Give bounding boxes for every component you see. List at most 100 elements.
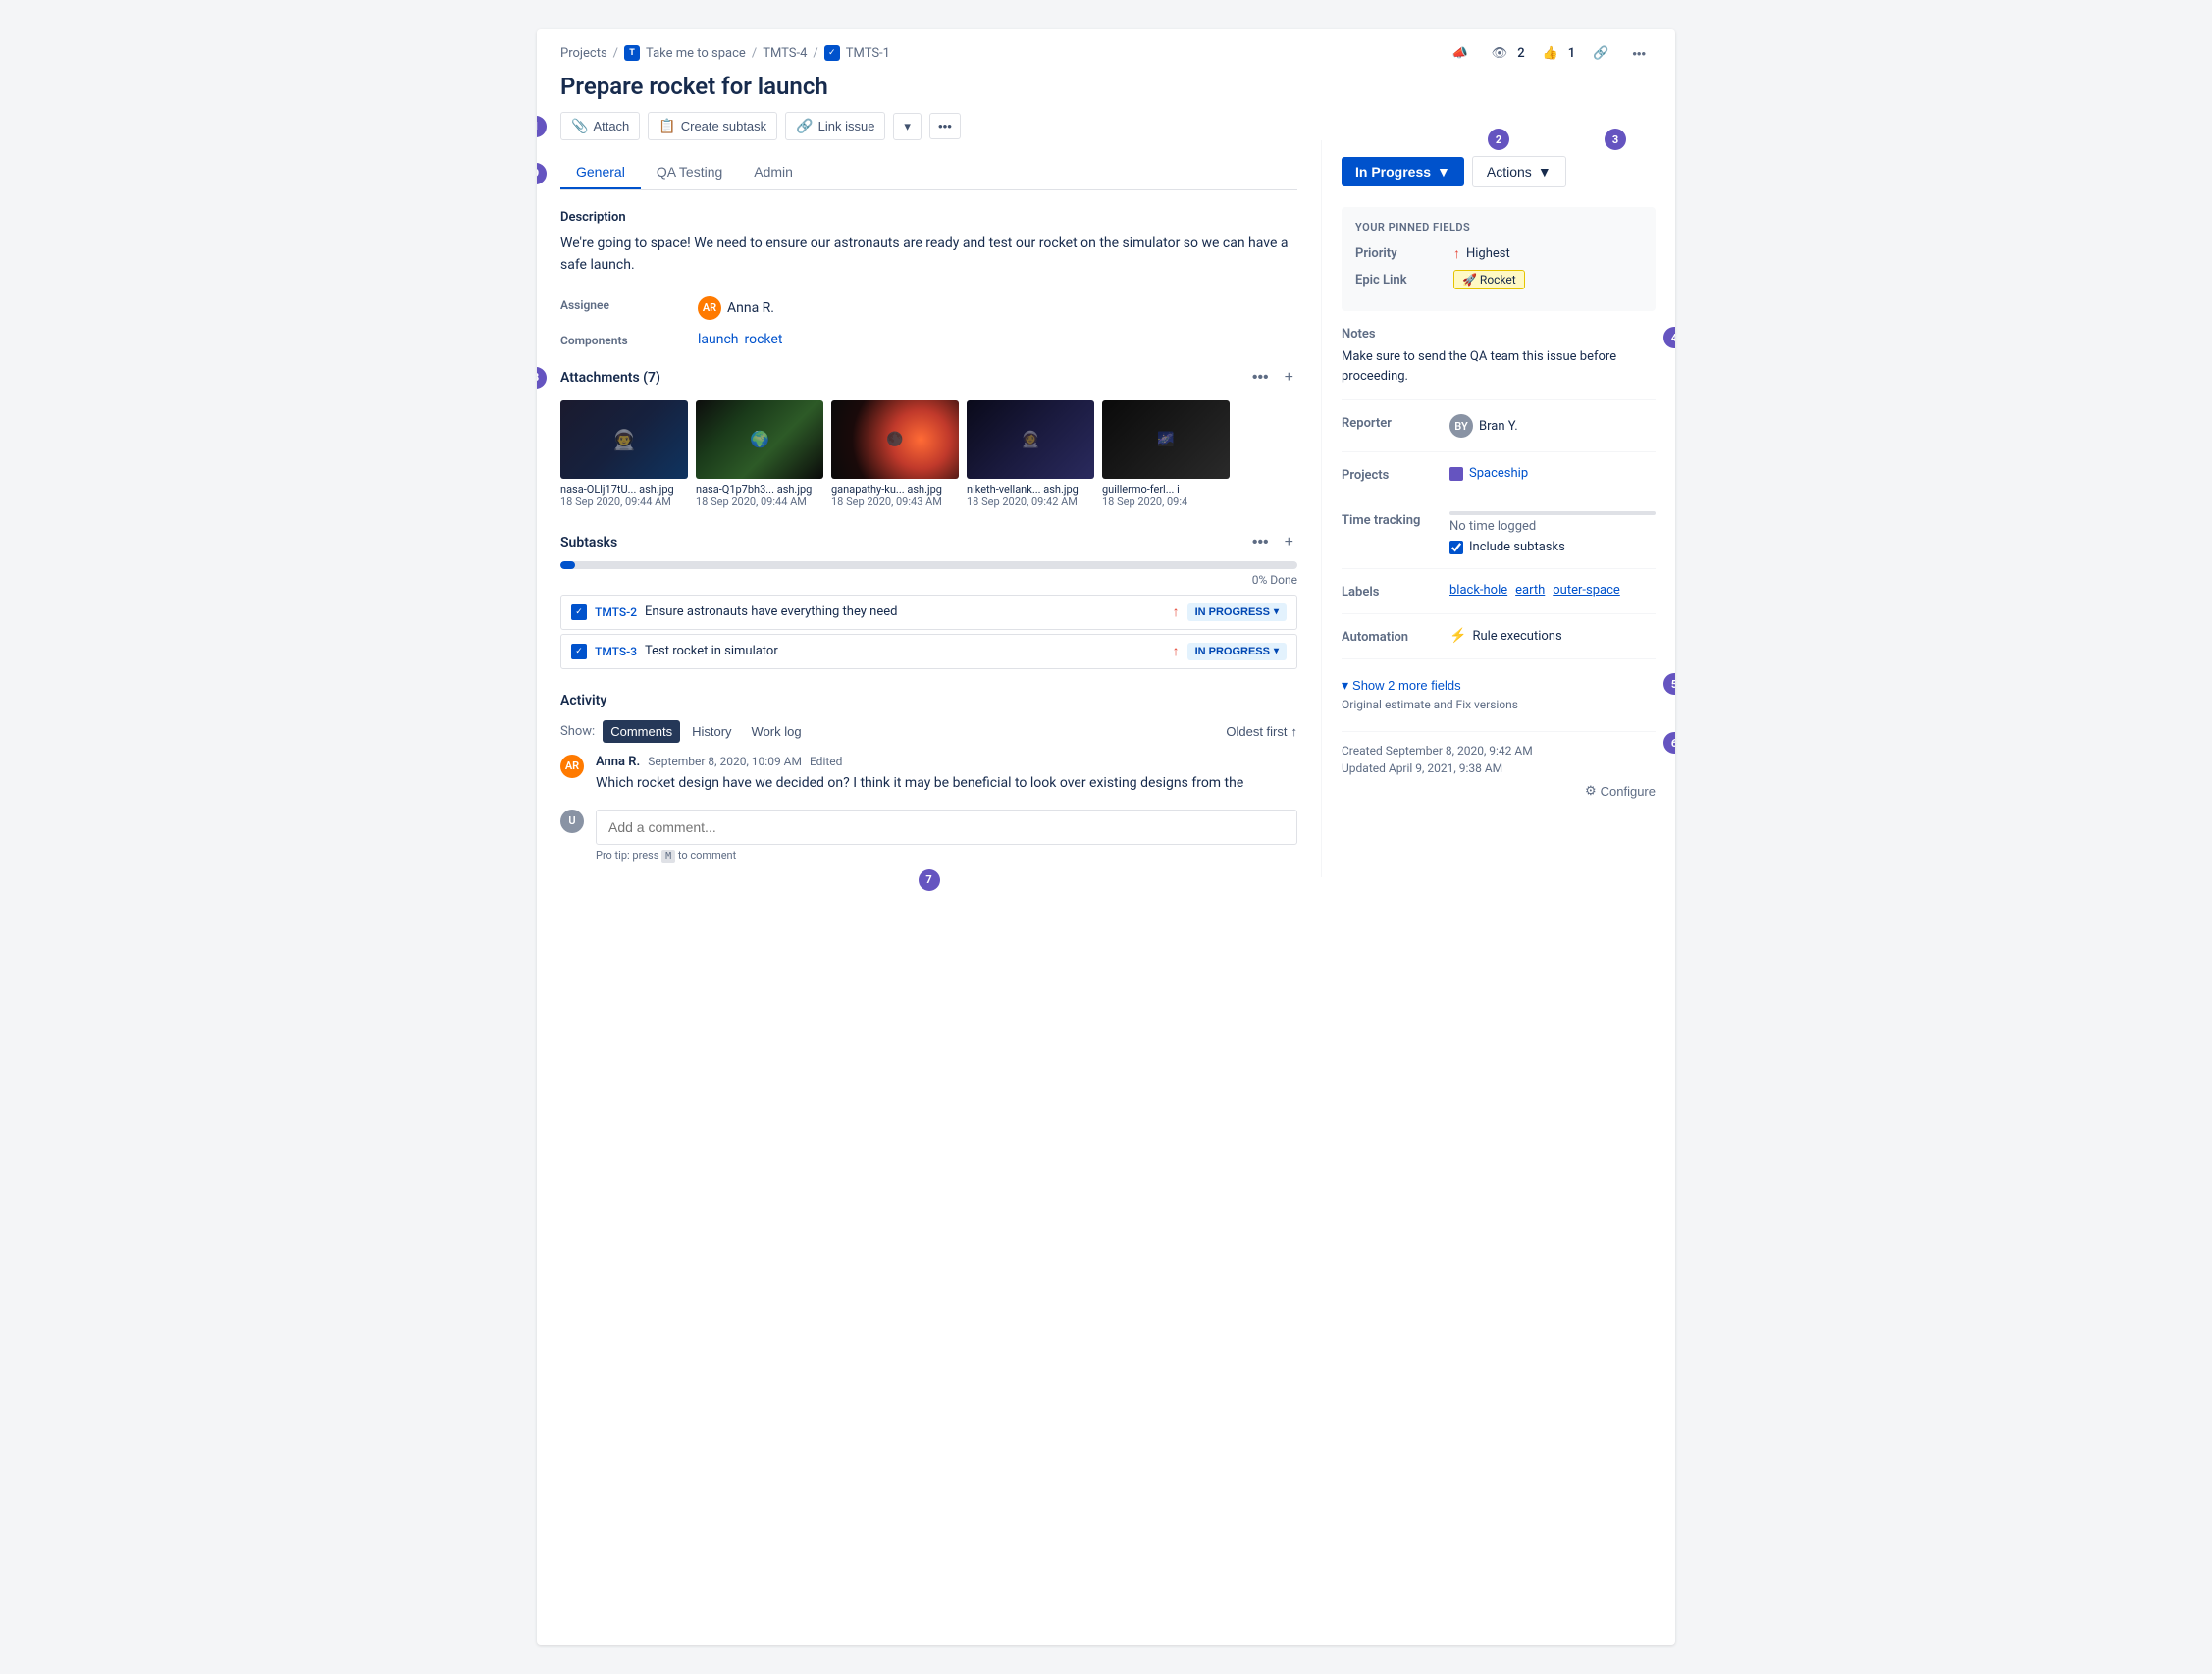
actions-dropdown-button[interactable]: Actions ▼	[1472, 156, 1566, 187]
toolbar-more-button[interactable]: •••	[929, 113, 961, 139]
attachment-thumb-4: 👩‍🚀	[967, 400, 1094, 479]
assignee-value: AR Anna R.	[698, 296, 774, 320]
filter-worklog[interactable]: Work log	[744, 720, 810, 743]
time-tracking-label: Time tracking	[1342, 511, 1449, 528]
label-black-hole[interactable]: black-hole	[1449, 583, 1507, 598]
attachments-header: 8 Attachments (7) ••• +	[560, 367, 1297, 389]
create-subtask-button[interactable]: 📋 Create subtask	[648, 112, 777, 140]
meta-footer: Created September 8, 2020, 9:42 AM Updat…	[1342, 731, 1656, 799]
show-more-fields-button[interactable]: ▾ Show 2 more fields	[1342, 673, 1461, 698]
subtask-title-1: Ensure astronauts have everything they n…	[645, 604, 897, 619]
label-outer-space[interactable]: outer-space	[1553, 583, 1620, 598]
attachment-item-2[interactable]: 🌍 nasa-Q1p7bh3... ash.jpg 18 Sep 2020, 0…	[696, 400, 823, 508]
badge-2: 2	[1488, 129, 1509, 150]
time-tracking-value: No time logged Include subtasks	[1449, 511, 1656, 554]
subtasks-add-button[interactable]: +	[1281, 532, 1297, 553]
subtask-priority-1: ↑	[1173, 603, 1180, 620]
attachment-date-1: 18 Sep 2020, 09:44 AM	[560, 496, 688, 508]
attachments-more-button[interactable]: •••	[1248, 367, 1273, 389]
filter-comments[interactable]: Comments	[603, 720, 680, 743]
link-icon: 🔗	[796, 118, 813, 134]
subtask-row-2[interactable]: ✓ TMTS-3 Test rocket in simulator ↑ IN P…	[560, 634, 1297, 669]
attachment-date-2: 18 Sep 2020, 09:44 AM	[696, 496, 823, 508]
attachments-add-button[interactable]: +	[1281, 367, 1297, 389]
include-subtasks-checkbox[interactable]	[1449, 541, 1463, 554]
progress-bar-fill	[560, 561, 575, 569]
automation-value: ⚡ Rule executions	[1449, 628, 1656, 644]
attachments-title: Attachments (7)	[560, 370, 660, 386]
attachment-item-1[interactable]: 👨‍🚀 nasa-OLlj17tU... ash.jpg 18 Sep 2020…	[560, 400, 688, 508]
automation-label: Automation	[1342, 628, 1449, 645]
subtask-row-1[interactable]: ✓ TMTS-2 Ensure astronauts have everythi…	[560, 595, 1297, 630]
share-button[interactable]: 🔗	[1587, 41, 1614, 65]
pinned-fields-section: YOUR PINNED FIELDS Priority ↑ Highest Ep…	[1342, 207, 1656, 311]
chevron-down-icon: ▾	[1342, 677, 1348, 694]
toolbar-dropdown-button[interactable]: ▾	[893, 113, 922, 140]
priority-label: Priority	[1355, 246, 1453, 261]
status-dropdown-button[interactable]: In Progress ▼	[1342, 157, 1464, 186]
link-issue-button[interactable]: 🔗 Link issue	[785, 112, 885, 140]
projects-label: Projects	[1342, 466, 1449, 483]
description-label: Description	[560, 210, 1297, 225]
announcement-button[interactable]: 📣	[1446, 41, 1473, 65]
include-subtasks-label: Include subtasks	[1469, 540, 1565, 554]
automation-row: ⚡ Rule executions	[1449, 628, 1656, 644]
attachment-item-5[interactable]: 🌌 guillermo-ferl... i 18 Sep 2020, 09:4	[1102, 400, 1230, 508]
breadcrumb-project-name[interactable]: Take me to space	[646, 46, 746, 61]
comment-edited-1: Edited	[810, 755, 842, 768]
comment-tip: Pro tip: press M to comment	[596, 849, 1297, 862]
epic-link-button[interactable]: 🚀 Rocket	[1453, 270, 1525, 289]
breadcrumb-issue-key-2[interactable]: TMTS-1	[846, 46, 890, 61]
more-options-button[interactable]: •••	[1626, 42, 1652, 65]
reporter-label: Reporter	[1342, 414, 1449, 431]
tab-admin[interactable]: Admin	[738, 156, 809, 189]
component-rocket[interactable]: rocket	[745, 332, 783, 347]
attachment-name-1: nasa-OLlj17tU... ash.jpg	[560, 483, 688, 496]
attachment-thumb-5: 🌌	[1102, 400, 1230, 479]
attachment-date-3: 18 Sep 2020, 09:43 AM	[831, 496, 959, 508]
right-panel: 2 3 In Progress ▼ Actions ▼	[1322, 140, 1675, 877]
sort-button[interactable]: Oldest first ↑	[1226, 724, 1297, 739]
comment-body-1: Anna R. September 8, 2020, 10:09 AM Edit…	[596, 755, 1297, 794]
attach-icon: 📎	[571, 118, 588, 134]
tab-qa-testing[interactable]: QA Testing	[641, 156, 738, 189]
subtask-priority-2: ↑	[1173, 643, 1180, 659]
like-count: 👍 1	[1537, 41, 1576, 65]
reporter-field: Reporter BY Bran Y.	[1342, 414, 1656, 452]
subtask-status-2[interactable]: IN PROGRESS ▾	[1187, 643, 1287, 660]
subtasks-more-button[interactable]: •••	[1248, 532, 1273, 553]
filter-history[interactable]: History	[684, 720, 739, 743]
subtask-status-1[interactable]: IN PROGRESS ▾	[1187, 603, 1287, 621]
comment-input[interactable]	[596, 810, 1297, 845]
breadcrumb-projects[interactable]: Projects	[560, 46, 607, 61]
updated-label: Updated	[1342, 761, 1389, 775]
projects-field: Projects Spaceship	[1342, 466, 1656, 497]
attachment-thumb-1: 👨‍🚀	[560, 400, 688, 479]
breadcrumb-issue-key-1[interactable]: TMTS-4	[763, 46, 807, 61]
updated-value: April 9, 2021, 9:38 AM	[1389, 761, 1502, 775]
attachment-item-3[interactable]: 🌑 ganapathy-ku... ash.jpg 18 Sep 2020, 0…	[831, 400, 959, 508]
link-issue-label: Link issue	[818, 119, 875, 133]
component-launch[interactable]: launch	[698, 332, 739, 347]
labels-value: black-hole earth outer-space	[1449, 583, 1656, 598]
attachment-item-4[interactable]: 👩‍🚀 niketh-vellank... ash.jpg 18 Sep 202…	[967, 400, 1094, 508]
watch-button[interactable]: 👁	[1486, 41, 1514, 65]
configure-button[interactable]: ⚙ Configure	[1585, 783, 1656, 799]
label-earth[interactable]: earth	[1515, 583, 1545, 598]
attach-label: Attach	[593, 119, 629, 133]
attach-button[interactable]: 📎 Attach	[560, 112, 640, 140]
like-button[interactable]: 👍	[1537, 41, 1564, 65]
project-icon-small	[1449, 467, 1463, 481]
priority-text: Highest	[1466, 246, 1510, 261]
pinned-fields-label: YOUR PINNED FIELDS	[1355, 221, 1642, 234]
project-link[interactable]: Spaceship	[1469, 466, 1528, 481]
comment-input-row: U Pro tip: press M to comment 7	[560, 810, 1297, 862]
tab-general[interactable]: General	[560, 156, 641, 189]
top-bar: Projects / T Take me to space / TMTS-4 /…	[537, 29, 1675, 65]
automation-text: Rule executions	[1472, 629, 1561, 644]
configure-row: ⚙ Configure	[1342, 783, 1656, 799]
attachment-date-4: 18 Sep 2020, 09:42 AM	[967, 496, 1094, 508]
status-label: In Progress	[1355, 164, 1431, 180]
notes-text: Make sure to send the QA team this issue…	[1342, 347, 1656, 386]
reporter-avatar: BY	[1449, 414, 1473, 438]
